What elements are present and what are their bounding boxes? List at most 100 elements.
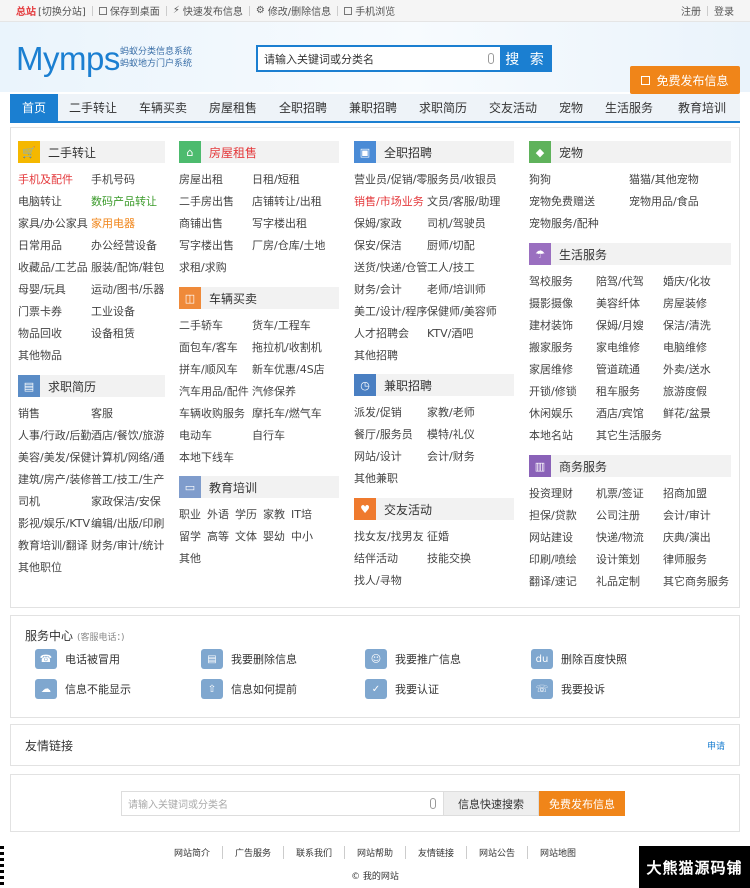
category-item-link[interactable]: 休闲娱乐	[529, 403, 596, 425]
category-item-link[interactable]: 二手轿车	[179, 315, 252, 337]
category-item-link[interactable]: 房屋出租	[179, 169, 252, 191]
category-item-link[interactable]: 求租/求购	[179, 257, 252, 279]
category-item-link[interactable]: 保健师/美容师	[427, 301, 514, 323]
category-item-link[interactable]: 美工/设计/程序	[354, 301, 427, 323]
category-item-link[interactable]: 家政保洁/安保	[91, 491, 165, 513]
category-item-link[interactable]: 租车服务	[596, 381, 663, 403]
category-item-link[interactable]: 其它生活服务	[596, 425, 663, 447]
category-item-link[interactable]: 写字楼出租	[252, 213, 339, 235]
category-item-link[interactable]: 编辑/出版/印刷	[91, 513, 165, 535]
category-item-link[interactable]: 教育培训/翻译	[18, 535, 91, 557]
category-item-link[interactable]: 服务员/收银员	[427, 169, 514, 191]
nav-house[interactable]: 房屋租售	[198, 94, 268, 121]
quick-search-button[interactable]: 信息快速搜索	[443, 791, 539, 816]
nav-resume[interactable]: 求职简历	[408, 94, 478, 121]
nav-fulltime[interactable]: 全职招聘	[268, 94, 338, 121]
category-item-link[interactable]: 其他兼职	[354, 468, 427, 490]
category-item-link[interactable]: 手机号码	[91, 169, 165, 191]
category-item-link[interactable]: 礼品定制	[596, 571, 663, 593]
category-item-link[interactable]: 文员/客服/助理	[427, 191, 514, 213]
category-item-link[interactable]: 宠物免费赠送	[529, 191, 629, 213]
footer-link[interactable]: 网站地图	[528, 846, 588, 859]
category-item-link[interactable]: 销售/市场业务	[354, 191, 427, 213]
category-item-link[interactable]: 狗狗	[529, 169, 629, 191]
category-item-link[interactable]: 司机	[18, 491, 91, 513]
category-item-link[interactable]: 财务/会计	[354, 279, 427, 301]
category-item-link[interactable]: 汽修保养	[252, 381, 339, 403]
category-item-link[interactable]: 鲜花/盆景	[663, 403, 731, 425]
category-item-link[interactable]: 陪驾/代驾	[596, 271, 663, 293]
category-item-link[interactable]: 其它商务服务	[663, 571, 731, 593]
footer-link[interactable]: 友情链接	[406, 846, 468, 859]
category-item-link[interactable]: 手机及配件	[18, 169, 91, 191]
category-item-link[interactable]: 美容/美发/保健/	[18, 447, 91, 469]
category-item-link[interactable]: 日常用品	[18, 235, 91, 257]
category-item-link[interactable]: 销售	[18, 403, 91, 425]
category-item-link[interactable]: IT培	[291, 504, 312, 526]
category-item-link[interactable]: 办公经营设备	[91, 235, 165, 257]
category-item-link[interactable]: 保洁/清洗	[663, 315, 731, 337]
category-item-link[interactable]: 保姆/家政	[354, 213, 427, 235]
category-item-link[interactable]: 车辆收购服务	[179, 403, 252, 425]
quick-post-link[interactable]: ⚡ 快速发布信息	[173, 3, 243, 18]
category-item-link[interactable]: 酒店/宾馆	[596, 403, 663, 425]
post-info-button[interactable]: 免费发布信息	[630, 66, 740, 94]
category-header[interactable]: ▤ 求职简历	[18, 375, 165, 397]
category-item-link[interactable]: 模特/礼仪	[427, 424, 514, 446]
category-item-link[interactable]: 婚庆/化妆	[663, 271, 731, 293]
category-item-link[interactable]: 日租/短租	[252, 169, 339, 191]
category-header[interactable]: ▥ 商务服务	[529, 455, 731, 477]
category-item-link[interactable]: 拼车/顺风车	[179, 359, 252, 381]
service-phone-misused[interactable]: ☎ 电话被冒用	[35, 649, 120, 669]
site-name[interactable]: 总站	[16, 3, 36, 18]
category-item-link[interactable]: 电脑转让	[18, 191, 91, 213]
category-item-link[interactable]: 计算机/网络/通	[91, 447, 165, 469]
category-item-link[interactable]: 电动车	[179, 425, 252, 447]
category-item-link[interactable]: 送货/快递/仓管	[354, 257, 427, 279]
nav-life[interactable]: 生活服务	[594, 94, 664, 121]
category-item-link[interactable]: 服装/配饰/鞋包	[91, 257, 165, 279]
search-button[interactable]: 搜 索	[500, 45, 552, 72]
edit-delete-link[interactable]: ⚙ 修改/删除信息	[256, 3, 331, 18]
category-item-link[interactable]: 家具/办公家具	[18, 213, 91, 235]
category-item-link[interactable]: 快递/物流	[596, 527, 663, 549]
category-item-link[interactable]: 投资理财	[529, 483, 596, 505]
category-item-link[interactable]: 财务/审计/统计	[91, 535, 165, 557]
category-item-link[interactable]: 其他职位	[18, 557, 91, 579]
nav-education[interactable]: 教育培训	[664, 94, 740, 121]
category-item-link[interactable]: 家教	[263, 504, 285, 526]
category-item-link[interactable]: 工业设备	[91, 301, 165, 323]
category-item-link[interactable]: 留学	[179, 526, 201, 548]
nav-home[interactable]: 首页	[10, 94, 58, 121]
category-item-link[interactable]: 本地下线车	[179, 447, 252, 469]
category-item-link[interactable]: 店铺转让/出租	[252, 191, 339, 213]
category-item-link[interactable]: 家电维修	[596, 337, 663, 359]
category-item-link[interactable]: 汽车用品/配件	[179, 381, 252, 403]
category-item-link[interactable]: 建材装饰	[529, 315, 596, 337]
category-header[interactable]: ☂ 生活服务	[529, 243, 731, 265]
category-item-link[interactable]: 印刷/喷绘	[529, 549, 596, 571]
footer-link[interactable]: 联系我们	[284, 846, 345, 859]
category-item-link[interactable]: 会计/财务	[427, 446, 514, 468]
category-item-link[interactable]: 家居维修	[529, 359, 596, 381]
category-item-link[interactable]: 自行车	[252, 425, 339, 447]
service-promote[interactable]: ☺ 我要推广信息	[365, 649, 461, 669]
category-item-link[interactable]: 婴幼	[263, 526, 285, 548]
category-item-link[interactable]: 收藏品/工艺品	[18, 257, 91, 279]
service-verify[interactable]: ✓ 我要认证	[365, 679, 439, 699]
footer-link[interactable]: 广告服务	[223, 846, 284, 859]
category-item-link[interactable]: KTV/酒吧	[427, 323, 514, 345]
service-delete-info[interactable]: ▤ 我要删除信息	[201, 649, 297, 669]
category-item-link[interactable]: 会计/审计	[663, 505, 731, 527]
category-item-link[interactable]: 运动/图书/乐器	[91, 279, 165, 301]
save-desktop-link[interactable]: 保存到桌面	[98, 3, 160, 18]
category-item-link[interactable]: 司机/驾驶员	[427, 213, 514, 235]
footer-link[interactable]: 网站公告	[467, 846, 529, 859]
category-item-link[interactable]: 搬家服务	[529, 337, 596, 359]
category-item-link[interactable]: 律师服务	[663, 549, 731, 571]
login-link[interactable]: 登录	[714, 3, 734, 18]
category-item-link[interactable]: 设计策划	[596, 549, 663, 571]
category-header[interactable]: ⌂ 房屋租售	[179, 141, 339, 163]
service-baidu-snapshot[interactable]: du 删除百度快照	[531, 649, 627, 669]
category-item-link[interactable]: 高等	[207, 526, 229, 548]
